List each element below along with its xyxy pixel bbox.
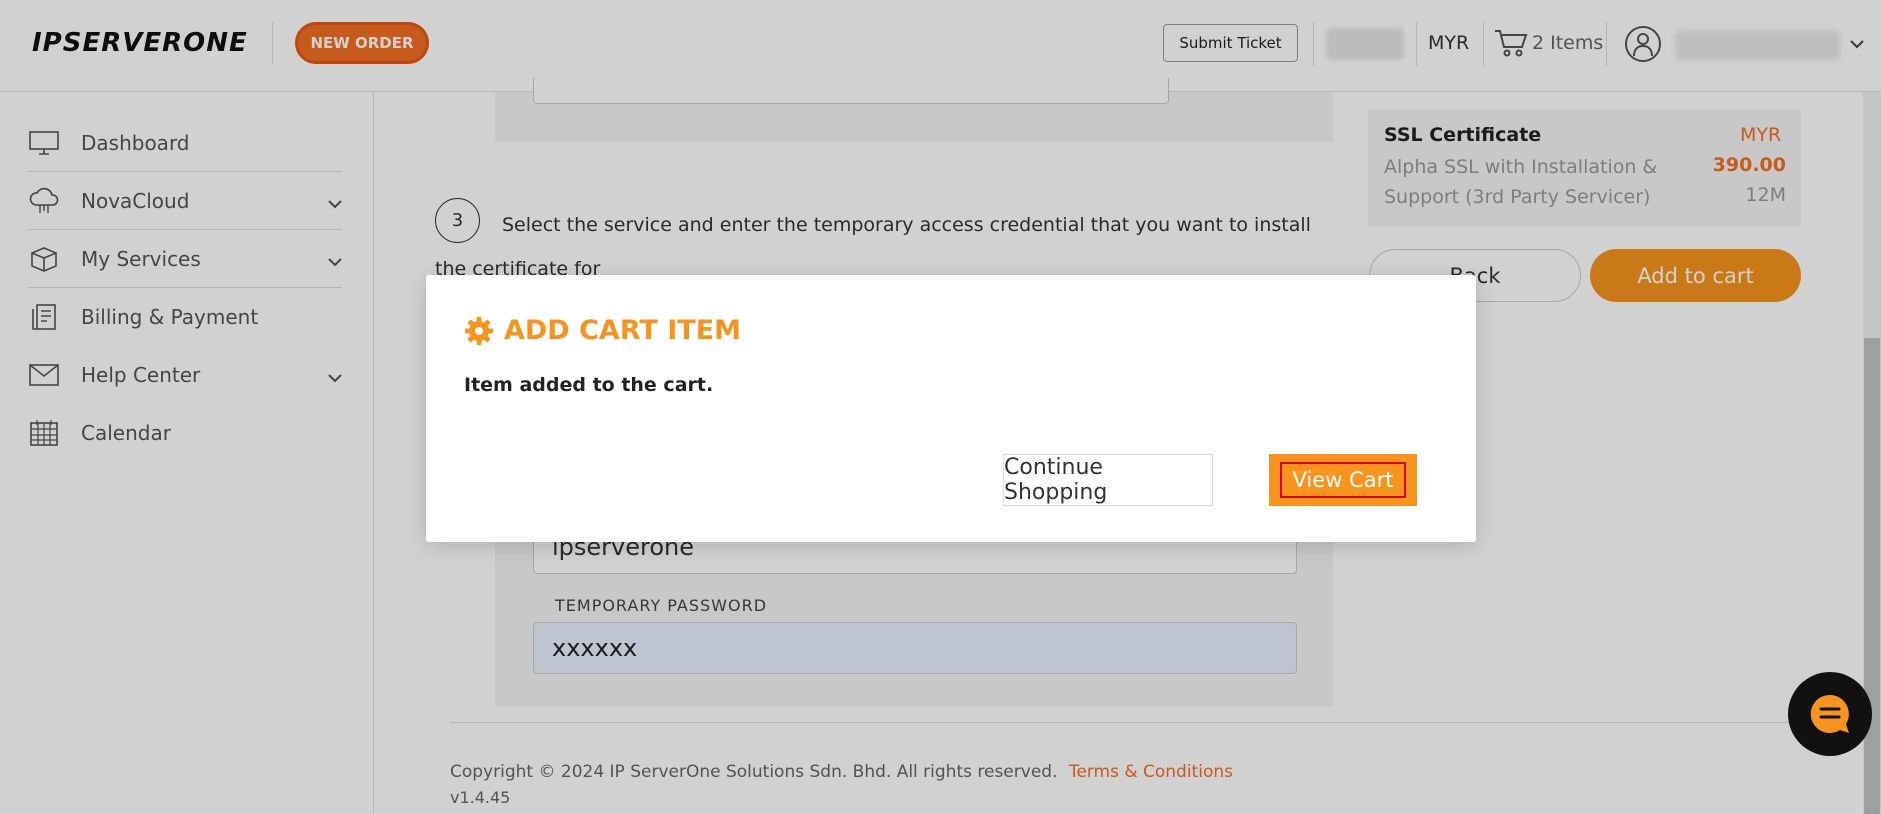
chat-widget-button[interactable]: [1788, 672, 1872, 756]
continue-shopping-button[interactable]: Continue Shopping: [1003, 454, 1213, 506]
gear-icon: [465, 316, 493, 345]
chat-icon: [1810, 694, 1849, 733]
dialog-title: ADD CART ITEM: [464, 315, 741, 346]
view-cart-button[interactable]: View Cart: [1269, 454, 1417, 506]
add-cart-dialog: ADD CART ITEM Item added to the cart. Co…: [426, 275, 1476, 542]
view-cart-label: View Cart: [1280, 462, 1406, 498]
dialog-title-text: ADD CART ITEM: [504, 315, 742, 346]
dialog-message: Item added to the cart.: [464, 374, 714, 396]
